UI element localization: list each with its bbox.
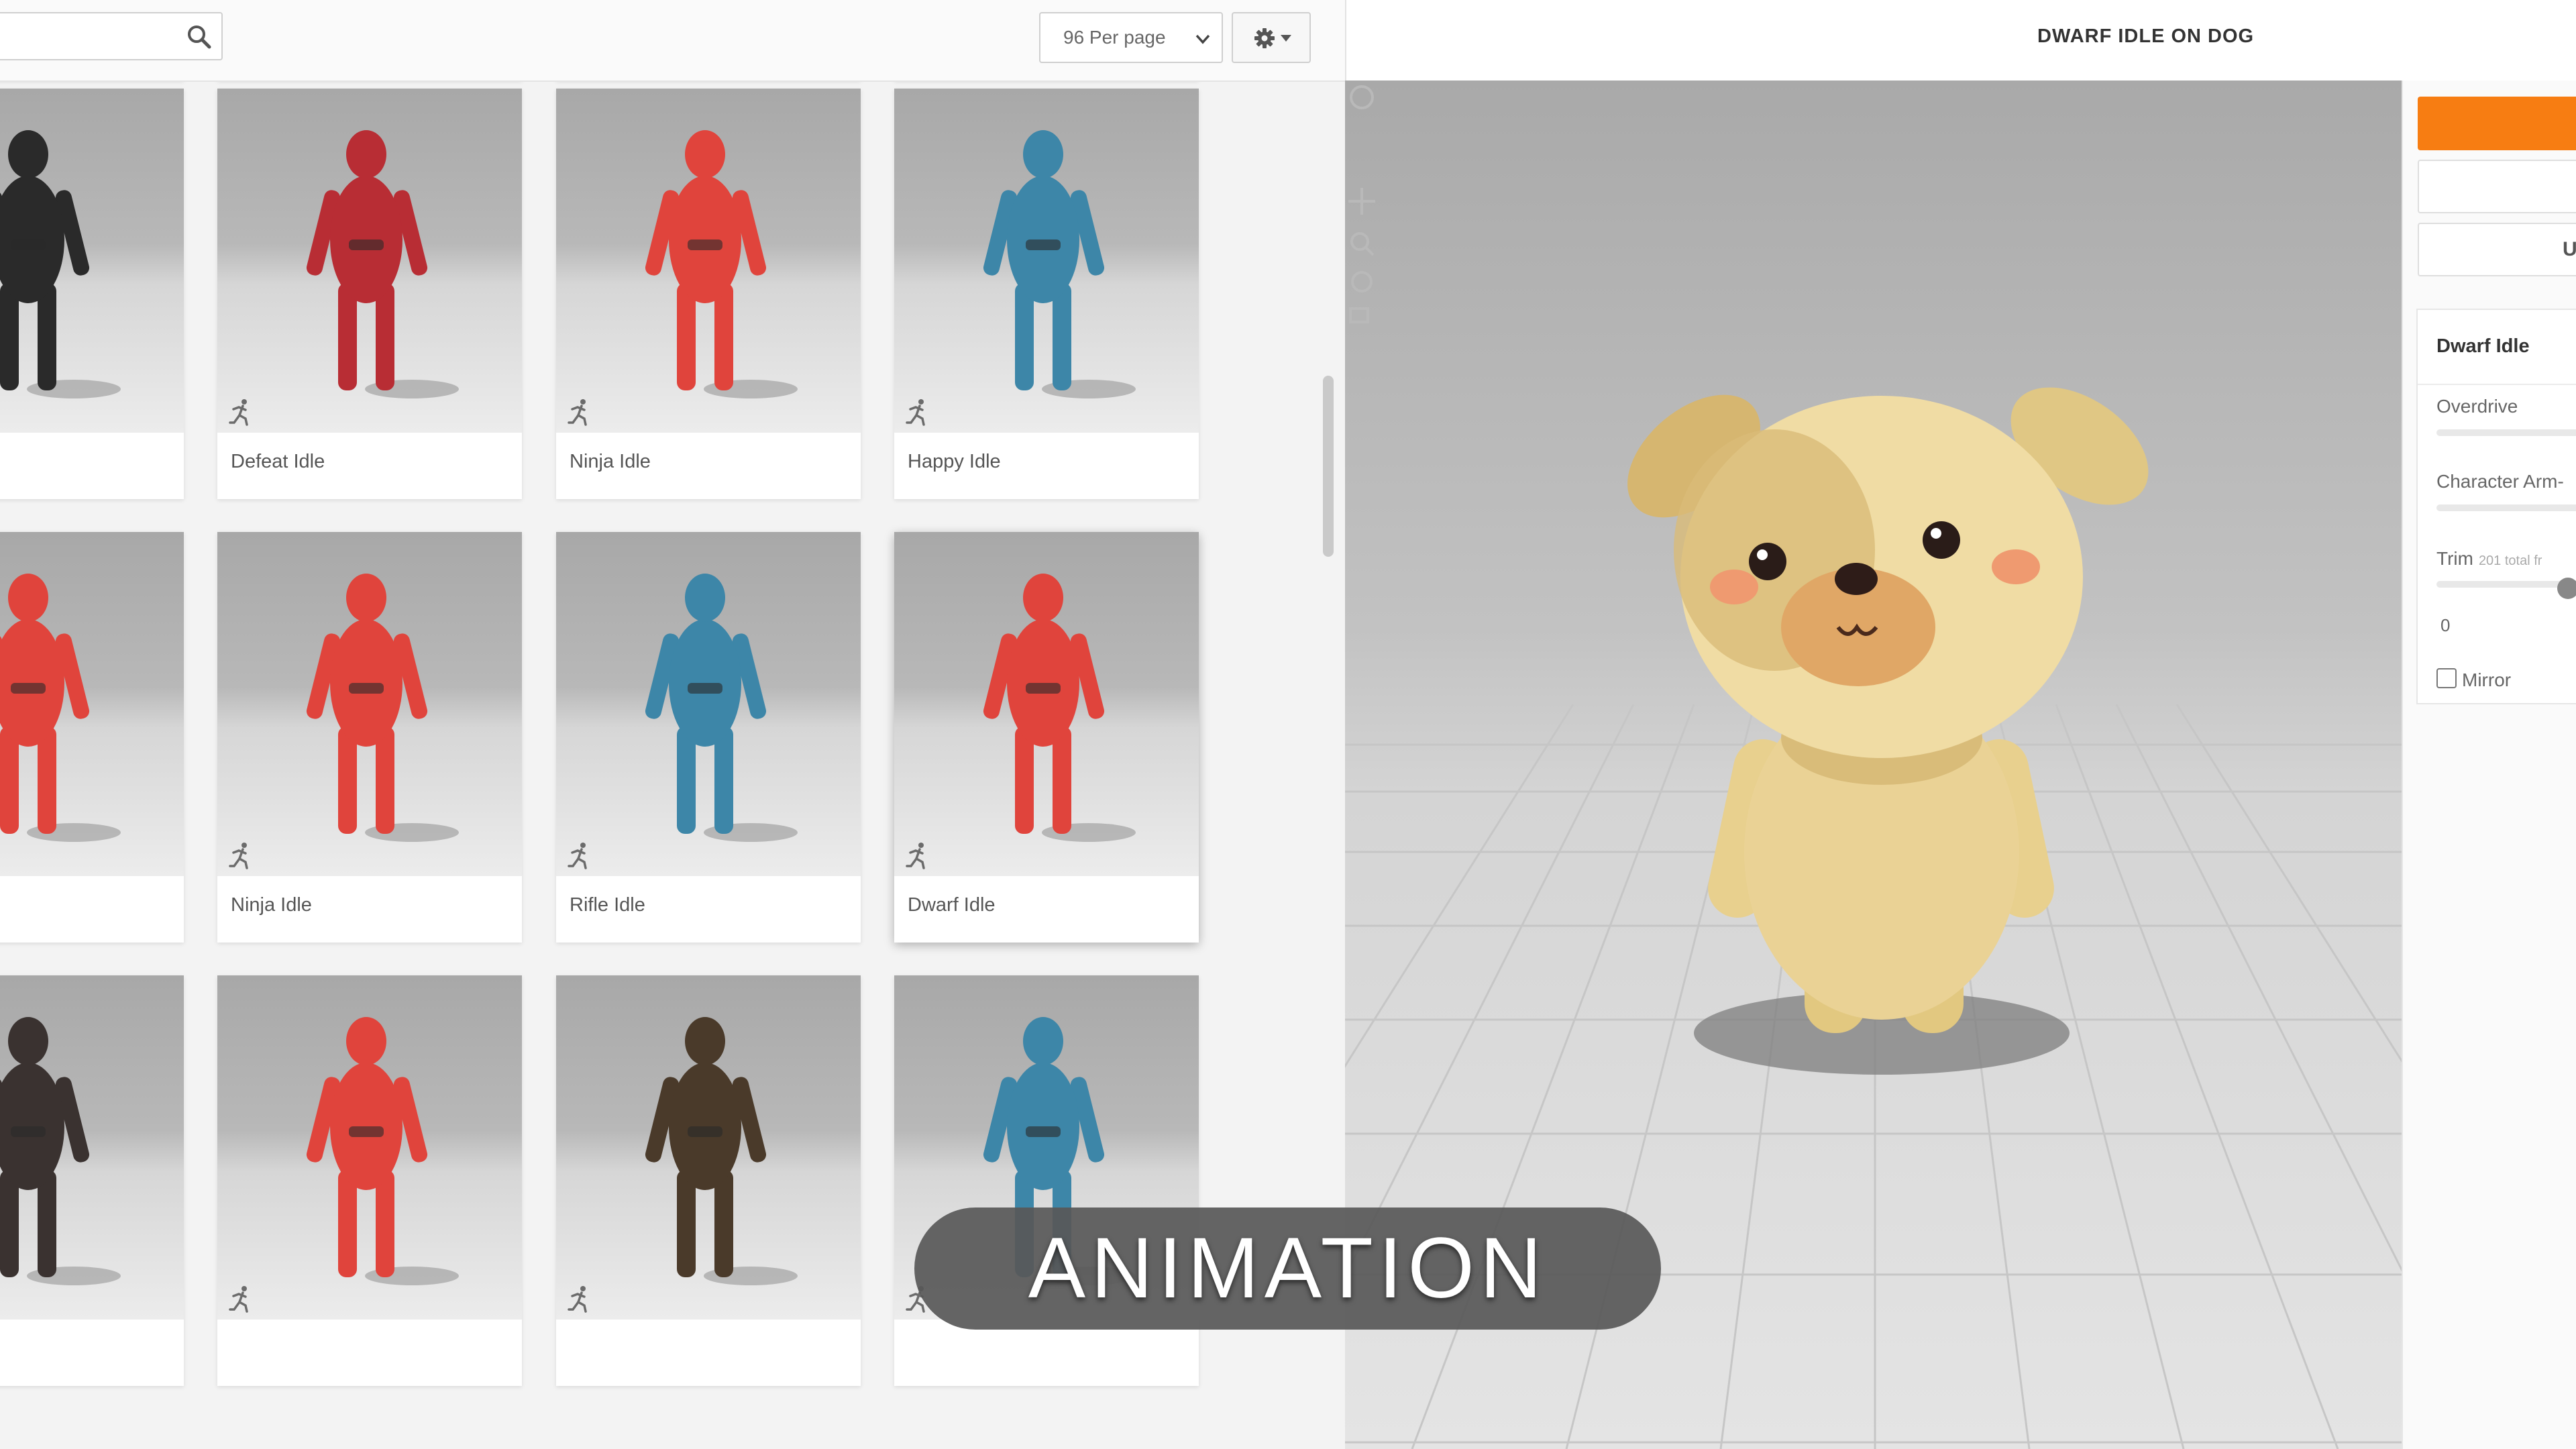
animation-card[interactable] [0,532,184,943]
overdrive-label: Overdrive [2436,396,2518,417]
viewport-toolbar [1348,85,1375,323]
search-input[interactable] [0,12,223,60]
animation-card[interactable] [217,975,522,1386]
character-figure [983,574,1136,842]
animation-card[interactable] [0,975,184,1386]
camera-icon [1349,307,1369,323]
animation-settings-panel: U Dwarf Idle Overdrive Character Arm- Tr… [2402,80,2576,1449]
animation-thumbnail[interactable] [0,532,184,876]
mirror-checkbox[interactable] [2436,668,2457,688]
animation-thumbnail[interactable] [217,975,522,1320]
running-man-icon [229,1286,248,1313]
animation-thumbnail[interactable] [0,89,184,433]
viewport-header: DWARF IDLE ON DOG [1345,0,2576,80]
trim-label: Trim 201 total fr [2436,548,2542,570]
character-figure [306,1017,459,1285]
running-man-icon [906,399,925,426]
animation-card[interactable]: Rifle Idle [556,532,861,943]
skeleton-icon [1350,85,1374,109]
animation-title: Dwarf Idle [2436,335,2530,357]
character-figure [306,574,459,842]
character-figure [306,130,459,398]
per-page-select[interactable]: 96 Per page [1039,12,1223,63]
running-man-icon [568,399,587,426]
character-arm-slider[interactable] [2436,504,2576,511]
animation-card[interactable]: Ninja Idle [556,89,861,499]
upload-button-label: U [2563,238,2576,260]
running-man-icon [906,843,925,869]
download-button[interactable] [2418,97,2576,150]
character-figure [983,130,1136,398]
reset-icon [1351,271,1373,292]
animation-thumbnail[interactable] [217,89,522,433]
library-scrollbar[interactable] [1323,376,1334,557]
per-page-value: 96 Per page [1063,27,1166,48]
animation-thumbnail[interactable] [556,532,861,876]
animation-thumbnail[interactable] [217,532,522,876]
animation-thumbnail[interactable] [0,975,184,1320]
animation-card-label: Defeat Idle [231,451,325,472]
animation-card[interactable]: Defeat Idle [217,89,522,499]
character-figure [0,130,121,398]
search-icon[interactable] [185,23,212,50]
animation-card-label: Happy Idle [908,451,1001,472]
running-man-icon [229,843,248,869]
settings-dropdown-button[interactable] [1232,12,1311,63]
animation-card[interactable] [556,975,861,1386]
caret-down-icon [1281,35,1291,42]
chevron-down-icon [1195,34,1210,44]
trim-slider[interactable] [2436,581,2576,588]
animation-thumbnail[interactable] [894,532,1199,876]
send-button[interactable] [2418,160,2576,213]
animation-card-label: Rifle Idle [570,894,645,916]
animation-card[interactable]: Dwarf Idle [894,532,1199,943]
animation-card[interactable]: d Idle [0,89,184,499]
animation-thumbnail[interactable] [556,975,861,1320]
animation-card-label: Ninja Idle [570,451,651,472]
character-figure [0,1017,121,1285]
trim-frames: 201 total fr [2478,553,2542,568]
upload-button[interactable]: U [2418,223,2576,276]
animation-card[interactable]: Ninja Idle [217,532,522,943]
trim-slider-handle[interactable] [2557,578,2576,599]
zoom-icon [1350,232,1369,251]
character-figure [645,1017,798,1285]
trim-start-value: 0 [2440,615,2451,635]
character-arm-label: Character Arm- [2436,471,2564,492]
viewport-title: DWARF IDLE ON DOG [2037,25,2255,47]
mirror-label: Mirror [2462,669,2512,690]
gear-icon [1254,28,1275,48]
animation-settings-card: Dwarf Idle Overdrive Character Arm- Trim… [2416,309,2576,704]
animation-thumbnail[interactable] [894,89,1199,433]
animation-card[interactable]: Happy Idle [894,89,1199,499]
character-figure [0,574,121,842]
overlay-text: ANIMATION [1028,1220,1548,1316]
animation-card-label: Ninja Idle [231,894,312,916]
animation-card-label: Dwarf Idle [908,894,996,916]
animation-thumbnail[interactable] [556,89,861,433]
animation-overlay-banner: ANIMATION [914,1208,1661,1330]
dog-character [1627,387,2149,1033]
library-toolbar: 96 Per page [0,0,1345,82]
overdrive-slider[interactable] [2436,429,2576,436]
trim-title: Trim [2436,548,2473,569]
running-man-icon [229,399,248,426]
character-figure [645,130,798,398]
running-man-icon [568,843,587,869]
character-figure [645,574,798,842]
divider [2418,384,2576,385]
running-man-icon [568,1286,587,1313]
